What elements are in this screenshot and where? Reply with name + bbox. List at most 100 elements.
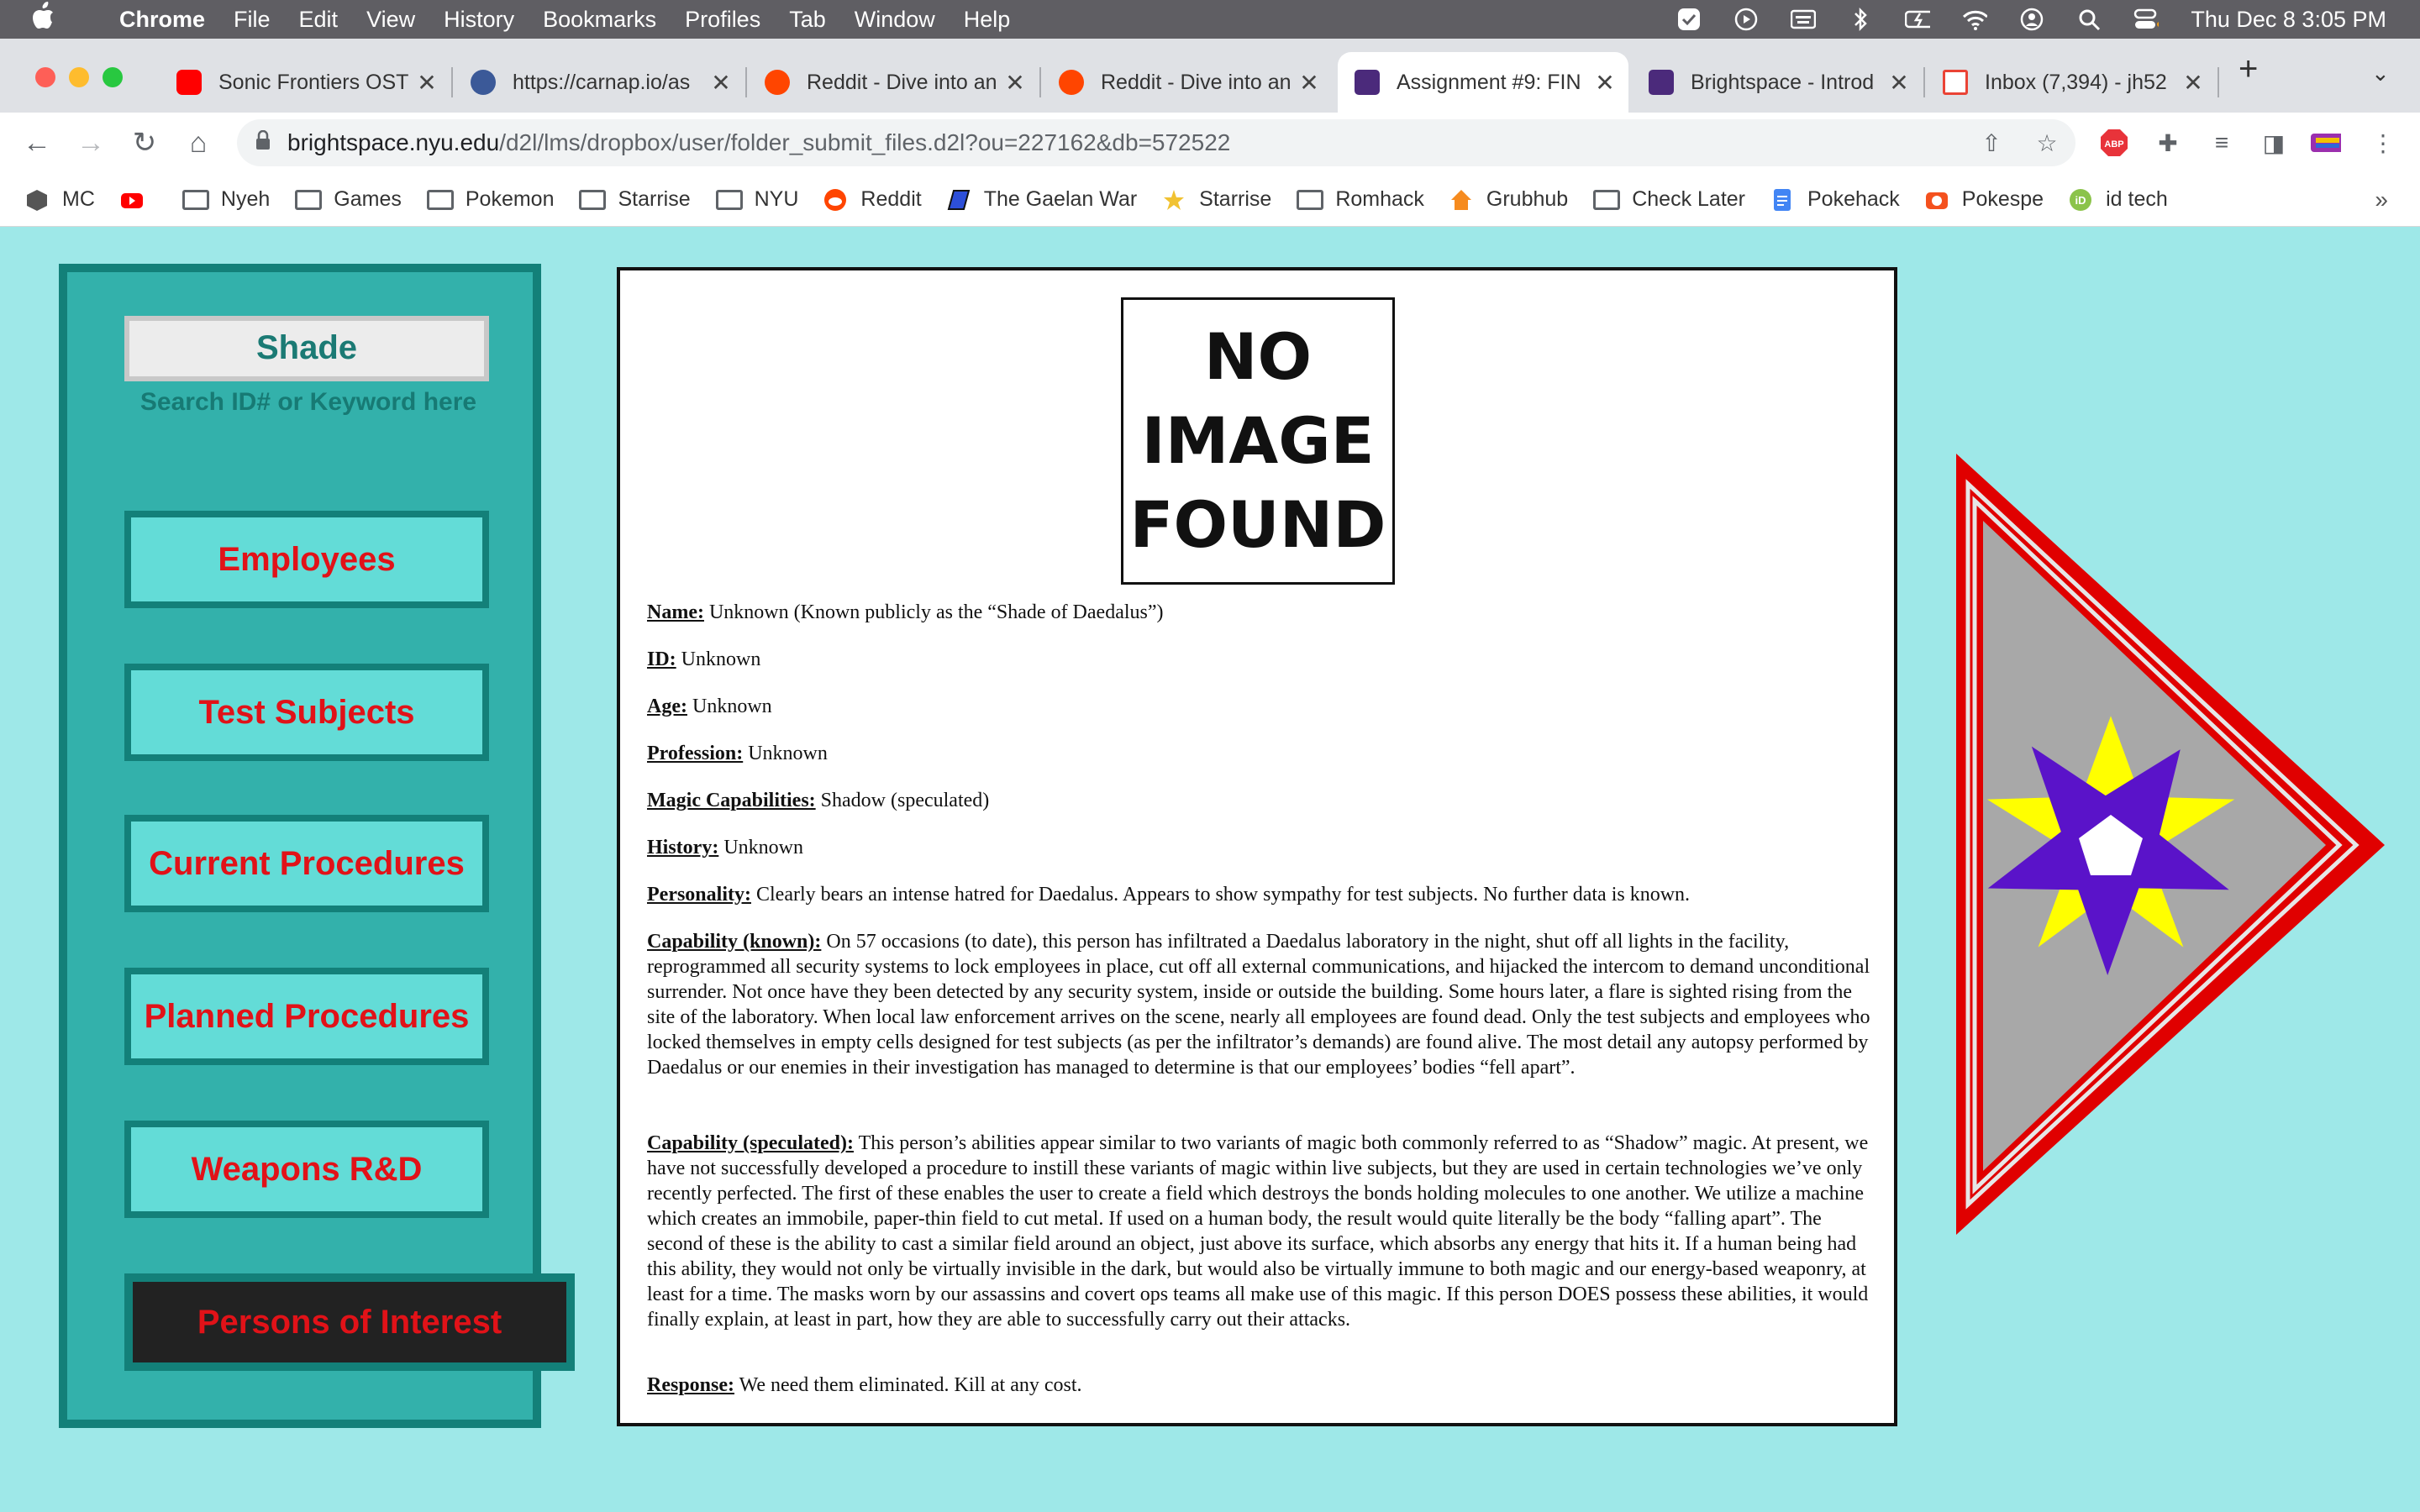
bookmark-mc[interactable]: MC: [25, 187, 95, 212]
bookmark-id-tech[interactable]: iD id tech: [2069, 187, 2168, 212]
tab-sonic-frontiers[interactable]: Sonic Frontiers OST ✕: [160, 52, 450, 113]
menu-file[interactable]: File: [234, 7, 271, 33]
minimize-window-button[interactable]: [69, 67, 89, 87]
field-value: Unknown: [718, 837, 803, 858]
menu-tab[interactable]: Tab: [789, 7, 826, 33]
bookmark-romhack[interactable]: Romhack: [1297, 187, 1424, 212]
tab-assignment-9[interactable]: Assignment #9: FIN ✕: [1338, 52, 1628, 113]
wifi-icon[interactable]: [1962, 7, 1988, 32]
nav-weapons-rd[interactable]: Weapons R&D: [124, 1121, 489, 1218]
bookmark-check-later[interactable]: Check Later: [1593, 187, 1745, 212]
menu-edit[interactable]: Edit: [299, 7, 339, 33]
bookmark-pokemon[interactable]: Pokemon: [426, 187, 554, 212]
close-tab-icon[interactable]: ✕: [2183, 69, 2203, 97]
battery-icon[interactable]: [1905, 7, 1931, 32]
reload-button[interactable]: ↻: [128, 126, 161, 160]
bookmark-gaelan-war[interactable]: The Gaelan War: [947, 187, 1137, 212]
bookmark-reddit[interactable]: Reddit: [823, 187, 922, 212]
menu-profiles[interactable]: Profiles: [685, 7, 760, 33]
more-menu-icon[interactable]: ⋮: [2368, 128, 2398, 158]
user-account-icon[interactable]: [2019, 7, 2044, 32]
tab-search-chevron-icon[interactable]: ⌄: [2371, 60, 2390, 87]
bookmark-youtube[interactable]: [120, 188, 157, 212]
field-magic-capabilities: Magic Capabilities: Shadow (speculated): [647, 788, 1874, 813]
tab-separator: [1923, 67, 1925, 97]
tab-gmail-inbox[interactable]: Inbox (7,394) - jh52 ✕: [1926, 52, 2217, 113]
folder-icon: [182, 189, 209, 210]
menu-view[interactable]: View: [366, 7, 415, 33]
back-button[interactable]: ←: [20, 126, 54, 160]
control-center-icon[interactable]: [2133, 7, 2160, 32]
menu-app-name[interactable]: Chrome: [119, 7, 205, 33]
adblock-plus-icon[interactable]: ABP: [2099, 128, 2129, 158]
tab-title: Assignment #9: FIN: [1397, 70, 1581, 94]
folder-icon: [426, 189, 454, 210]
address-bar[interactable]: brightspace.nyu.edu/d2l/lms/dropbox/user…: [237, 119, 2075, 166]
menu-bar-clock[interactable]: Thu Dec 8 3:05 PM: [2191, 7, 2386, 33]
bookmark-pokehack[interactable]: Pokehack: [1770, 187, 1900, 212]
search-input[interactable]: Shade: [124, 316, 489, 381]
menu-history[interactable]: History: [444, 7, 514, 33]
tab-reddit-2[interactable]: Reddit - Dive into an ✕: [1042, 52, 1333, 113]
close-tab-icon[interactable]: ✕: [711, 69, 731, 97]
folder-icon: [1297, 189, 1324, 210]
menu-bookmarks[interactable]: Bookmarks: [543, 7, 656, 33]
bookmark-starrise[interactable]: Starrise: [1162, 187, 1271, 212]
bluetooth-icon[interactable]: [1848, 7, 1873, 32]
bookmark-games[interactable]: Games: [295, 187, 402, 212]
lock-icon[interactable]: [255, 129, 271, 156]
field-label: Age:: [647, 696, 687, 717]
nav-employees[interactable]: Employees: [124, 511, 489, 608]
profile-avatar[interactable]: [2311, 128, 2341, 158]
tab-brightspace[interactable]: Brightspace - Introd ✕: [1632, 52, 1923, 113]
tab-title: https://carnap.io/as: [513, 70, 691, 94]
tab-carnap[interactable]: https://carnap.io/as ✕: [454, 52, 744, 113]
close-tab-icon[interactable]: ✕: [1299, 69, 1319, 97]
no-image-line: IMAGE: [1141, 403, 1375, 478]
close-window-button[interactable]: [35, 67, 55, 87]
new-tab-button[interactable]: +: [2238, 50, 2258, 88]
url-path: /d2l/lms/dropbox/user/folder_submit_file…: [499, 129, 1231, 155]
zoom-window-button[interactable]: [103, 67, 123, 87]
share-icon[interactable]: ⇧: [1976, 128, 2007, 158]
extensions-puzzle-icon[interactable]: ✚: [2153, 128, 2183, 158]
field-label: Response:: [647, 1374, 735, 1396]
close-tab-icon[interactable]: ✕: [1005, 69, 1025, 97]
field-value: We need them eliminated. Kill at any cos…: [734, 1374, 1082, 1396]
spotlight-search-icon[interactable]: [2076, 7, 2102, 32]
tab-title: Inbox (7,394) - jh52: [1985, 70, 2167, 94]
apple-icon[interactable]: [30, 1, 60, 38]
nav-persons-of-interest[interactable]: Persons of Interest: [124, 1273, 575, 1371]
keyboard-status-icon[interactable]: [1791, 7, 1817, 32]
side-panel-icon[interactable]: ◨: [2259, 128, 2289, 158]
bookmark-starrise-folder[interactable]: Starrise: [579, 187, 691, 212]
close-tab-icon[interactable]: ✕: [1889, 69, 1909, 97]
menu-window[interactable]: Window: [855, 7, 935, 33]
nav-current-procedures[interactable]: Current Procedures: [124, 815, 489, 912]
media-queue-icon[interactable]: ≡: [2207, 128, 2237, 158]
close-tab-icon[interactable]: ✕: [417, 69, 437, 97]
nav-planned-procedures[interactable]: Planned Procedures: [124, 968, 489, 1065]
book-icon: [947, 189, 970, 210]
no-image-line: FOUND: [1129, 487, 1386, 562]
play-status-icon[interactable]: [1733, 7, 1759, 32]
checkmark-status-icon[interactable]: [1676, 7, 1702, 32]
home-button[interactable]: ⌂: [182, 126, 215, 160]
field-label: History:: [647, 837, 719, 858]
close-tab-icon[interactable]: ✕: [1595, 69, 1615, 97]
bookmark-pokespe[interactable]: Pokespe: [1925, 187, 2044, 212]
bookmark-star-icon[interactable]: ☆: [2032, 128, 2062, 158]
youtube-icon: [120, 192, 143, 208]
page-content: Shade Search ID# or Keyword here Employe…: [0, 227, 2420, 1512]
more-bookmarks-chevron-icon[interactable]: »: [2375, 186, 2388, 213]
tab-title: Sonic Frontiers OST: [218, 70, 408, 94]
nav-test-subjects[interactable]: Test Subjects: [124, 664, 489, 761]
no-image-placeholder: NO IMAGE FOUND: [1121, 297, 1395, 585]
forward-button[interactable]: →: [74, 126, 108, 160]
bookmark-grubhub[interactable]: Grubhub: [1449, 187, 1568, 212]
tab-reddit-1[interactable]: Reddit - Dive into an ✕: [748, 52, 1039, 113]
menu-help[interactable]: Help: [964, 7, 1011, 33]
bookmark-nyeh[interactable]: Nyeh: [182, 187, 270, 212]
bookmark-nyu[interactable]: NYU: [715, 187, 798, 212]
folder-icon: [1593, 189, 1621, 210]
